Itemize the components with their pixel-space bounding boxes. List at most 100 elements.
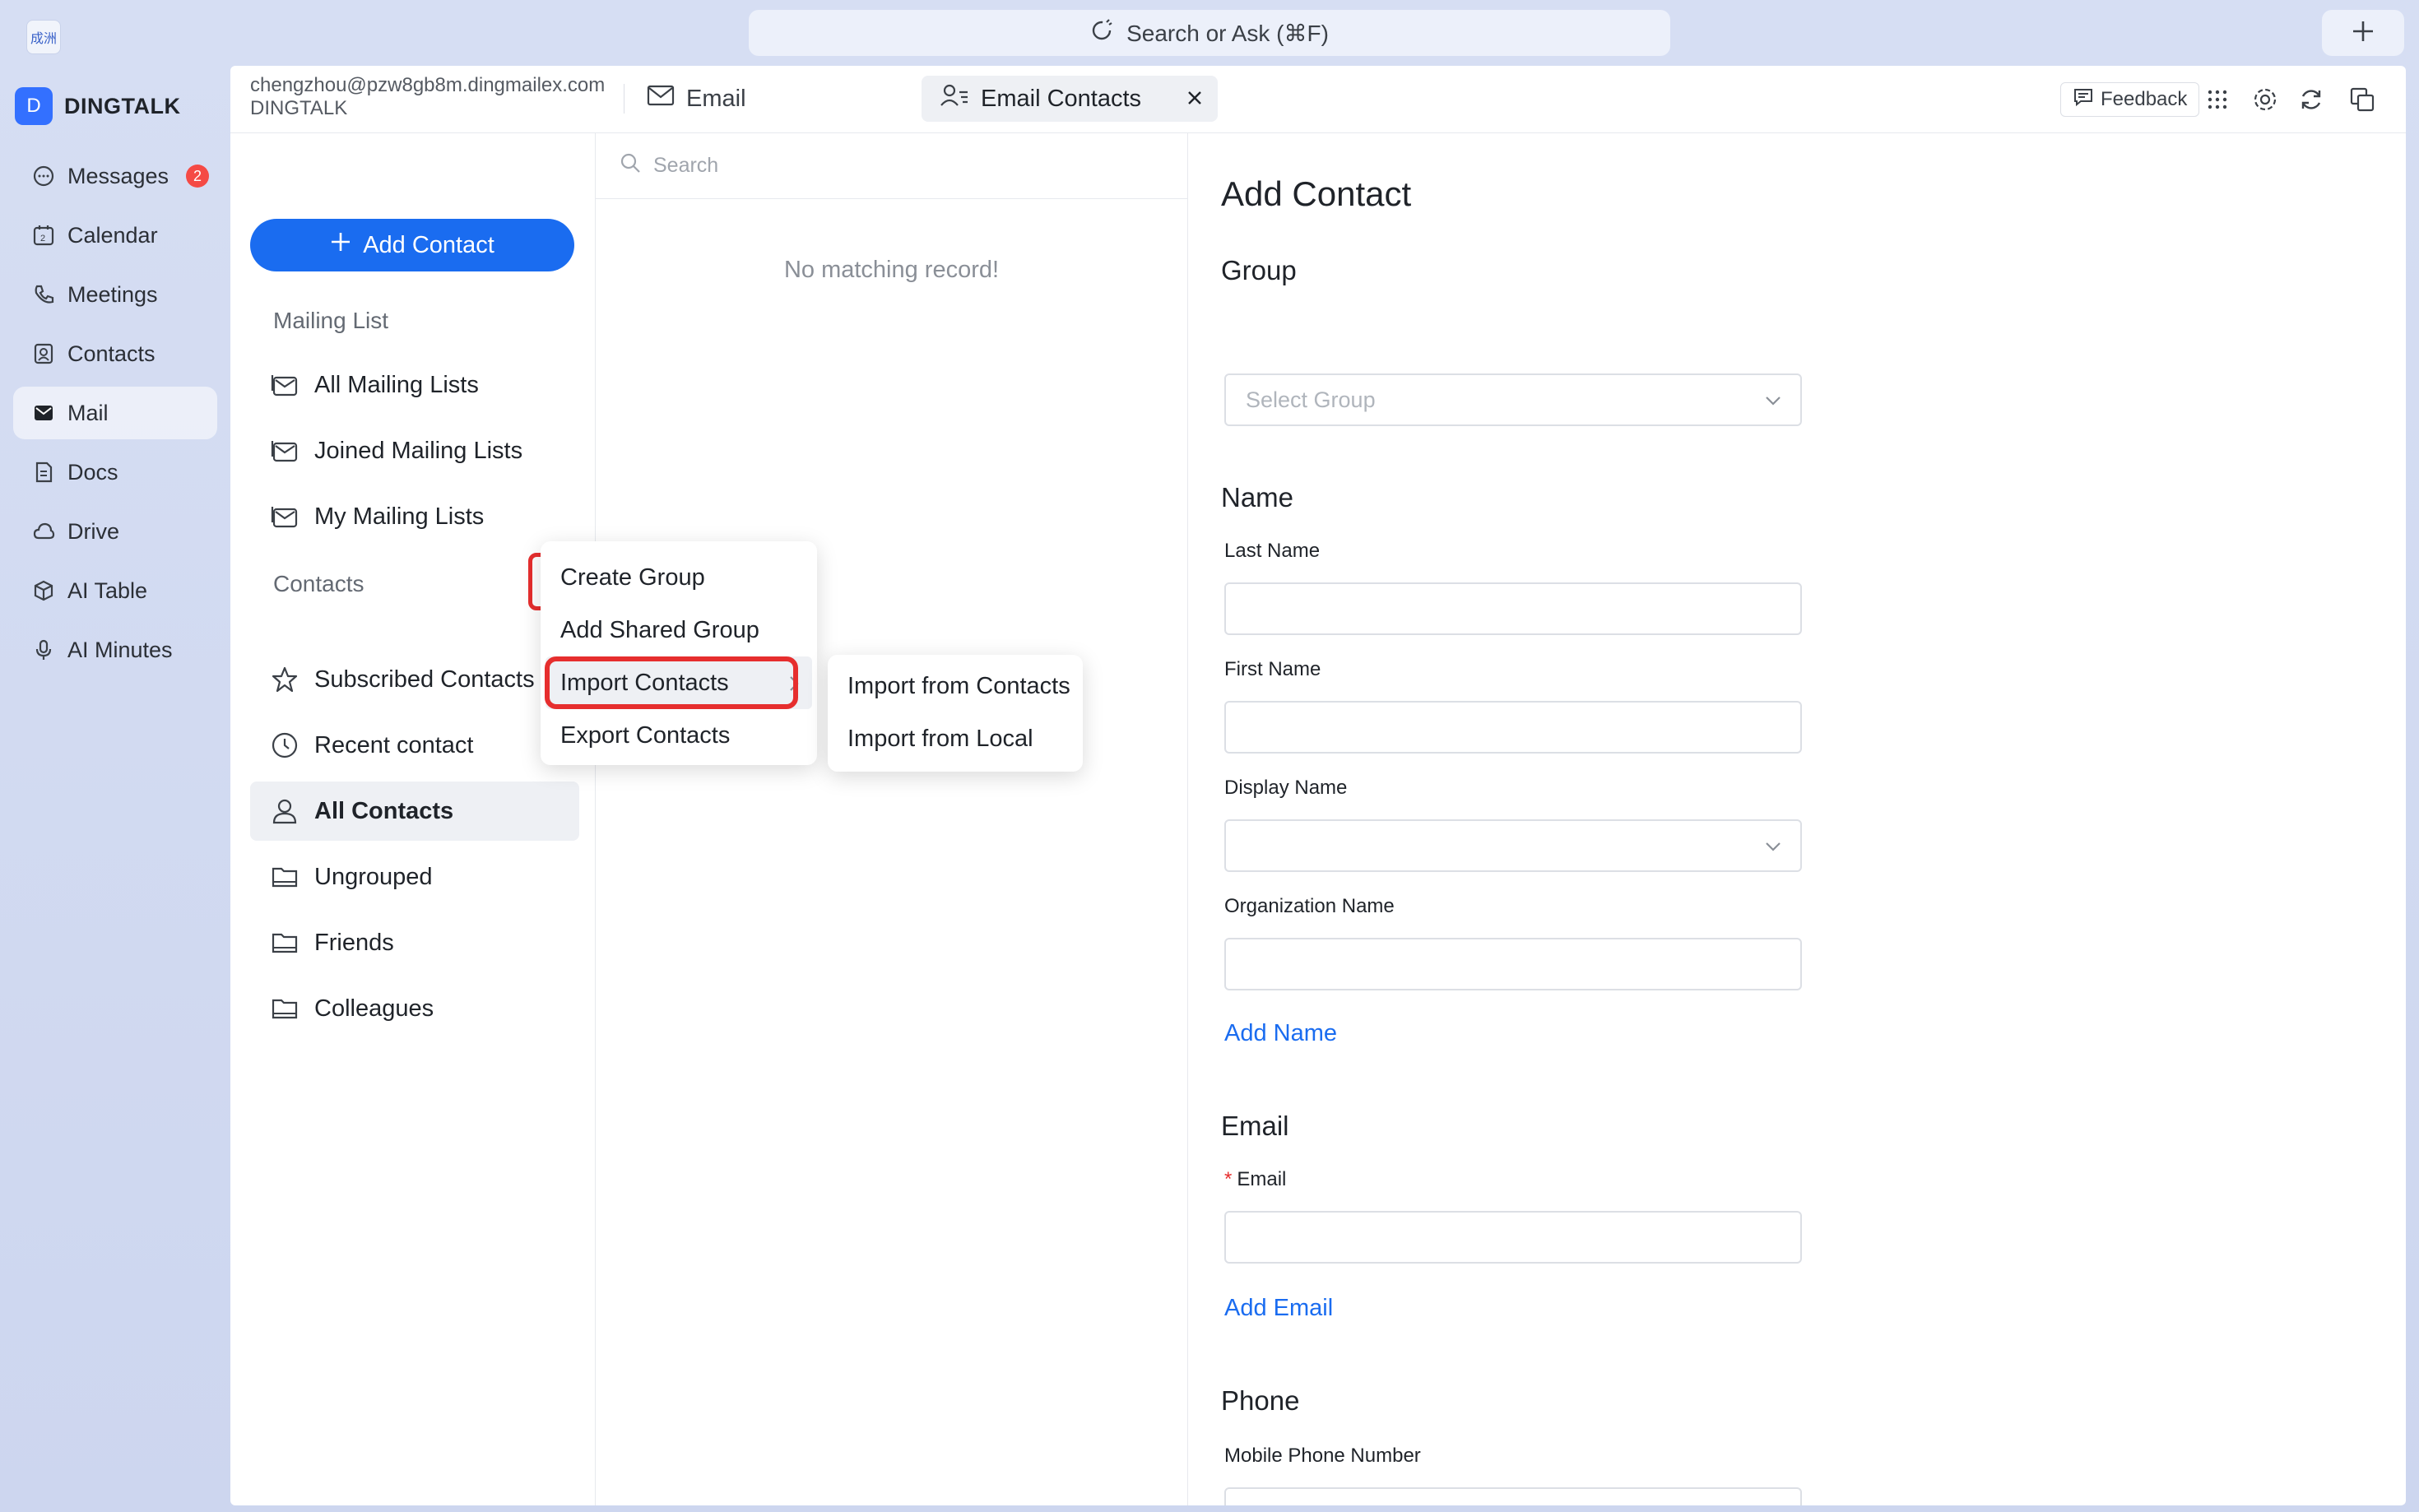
first-name-field[interactable]	[1224, 701, 1802, 754]
highlight-box	[545, 656, 798, 709]
tree-item-joined-mailing-lists[interactable]: Joined Mailing Lists	[250, 421, 579, 480]
gear-icon[interactable]	[2251, 86, 2279, 114]
tab-email[interactable]: Email	[647, 77, 746, 120]
apps-grid-icon[interactable]	[2203, 86, 2231, 114]
workspace-name: DINGTALK	[64, 93, 181, 118]
nav-item-meetings[interactable]: Meetings	[13, 268, 217, 321]
global-search-bar[interactable]: Search or Ask (⌘F)	[749, 10, 1670, 56]
folder-icon	[270, 928, 299, 958]
tree-item-label: All Contacts	[314, 797, 454, 824]
contact-card-icon	[31, 341, 56, 366]
mailing-list-icon	[270, 502, 299, 531]
svg-text:2: 2	[40, 234, 45, 243]
menu-item-import-from-contacts[interactable]: Import from Contacts	[828, 660, 1083, 712]
tree-item-subscribed-contacts[interactable]: Subscribed Contacts	[250, 650, 579, 709]
mailing-list-icon	[270, 436, 299, 466]
global-search-label: Search or Ask (⌘F)	[1126, 20, 1329, 46]
organization-name-label: Organization Name	[1224, 895, 1395, 917]
tree-item-recent-contact[interactable]: Recent contact	[250, 716, 579, 775]
organization-name-field[interactable]	[1224, 938, 1802, 990]
nav-item-docs[interactable]: Docs	[13, 446, 217, 499]
envelope-icon	[647, 84, 675, 114]
display-name-select[interactable]	[1224, 819, 1802, 872]
tree-item-all-mailing-lists[interactable]: All Mailing Lists	[250, 355, 579, 415]
nav-label: Drive	[67, 518, 120, 544]
nav-label: Meetings	[67, 281, 158, 307]
feedback-label: Feedback	[2101, 88, 2188, 110]
menu-item-export-contacts[interactable]: Export Contacts	[541, 709, 817, 762]
chevron-down-icon	[1762, 390, 1784, 417]
name-section-heading: Name	[1221, 482, 1294, 513]
unread-badge: 2	[186, 165, 209, 188]
menu-item-add-shared-group[interactable]: Add Shared Group	[541, 604, 817, 656]
ai-search-icon	[1090, 18, 1115, 49]
app-logo[interactable]: 成洲	[26, 20, 61, 54]
nav-label: Contacts	[67, 341, 156, 366]
email-section-heading: Email	[1221, 1111, 1289, 1141]
nav-item-ai-table[interactable]: AI Table	[13, 564, 217, 617]
tab-label: Email	[686, 85, 746, 112]
document-icon	[31, 460, 56, 485]
tree-item-label: Joined Mailing Lists	[314, 437, 523, 464]
account-email: chengzhou@pzw8gb8m.dingmailex.com	[250, 74, 606, 96]
clock-icon	[270, 730, 299, 760]
search-icon	[619, 151, 642, 180]
nav-label: Messages	[67, 163, 169, 188]
nav-label: Calendar	[67, 222, 158, 248]
feedback-button[interactable]: Feedback	[2060, 82, 2200, 117]
email-field[interactable]	[1224, 1211, 1802, 1264]
tree-item-my-mailing-lists[interactable]: My Mailing Lists	[250, 487, 579, 546]
tree-item-all-contacts[interactable]: All Contacts	[250, 782, 579, 841]
nav-item-drive[interactable]: Drive	[13, 505, 217, 558]
add-contact-button[interactable]: Add Contact	[250, 219, 574, 271]
feedback-icon	[2073, 87, 2094, 113]
tree-item-colleagues[interactable]: Colleagues	[250, 979, 579, 1038]
contacts-heading: Contacts	[273, 571, 364, 596]
add-email-link[interactable]: Add Email	[1224, 1295, 1333, 1322]
nav-label: AI Table	[67, 577, 148, 603]
chevron-down-icon	[1762, 836, 1784, 863]
tab-email-contacts[interactable]: Email Contacts	[922, 76, 1218, 122]
contacts-context-menu: Create Group Add Shared Group Import Con…	[541, 541, 817, 765]
import-submenu: Import from Contacts Import from Local	[828, 655, 1083, 772]
menu-item-create-group[interactable]: Create Group	[541, 551, 817, 604]
mobile-phone-label: Mobile Phone Number	[1224, 1445, 1421, 1467]
nav-item-calendar[interactable]: 2 Calendar	[13, 209, 217, 262]
nav-item-ai-minutes[interactable]: AI Minutes	[13, 624, 217, 676]
nav-item-contacts[interactable]: Contacts	[13, 327, 217, 380]
sidebar-nav: Messages 2 2 Calendar Meetings Contacts …	[13, 150, 217, 683]
tree-item-friends[interactable]: Friends	[250, 913, 579, 972]
tree-item-label: Friends	[314, 929, 394, 956]
last-name-label: Last Name	[1224, 540, 1321, 562]
add-contact-label: Add Contact	[363, 231, 494, 258]
refresh-icon[interactable]	[2297, 86, 2325, 114]
group-section-heading: Group	[1221, 255, 1297, 285]
workspace-brand[interactable]: D DINGTALK	[15, 87, 180, 125]
new-button[interactable]	[2322, 10, 2404, 56]
mailing-list-heading: Mailing List	[273, 308, 389, 333]
tree-item-ungrouped[interactable]: Ungrouped	[250, 847, 579, 907]
nav-label: Docs	[67, 459, 118, 485]
new-window-icon[interactable]	[2348, 86, 2376, 114]
person-list-icon	[940, 82, 969, 115]
last-name-field[interactable]	[1224, 582, 1802, 635]
mobile-phone-field[interactable]	[1224, 1487, 1802, 1505]
plus-icon	[330, 231, 351, 259]
tree-item-label: Ungrouped	[314, 863, 433, 890]
mail-icon	[31, 401, 56, 425]
add-name-link[interactable]: Add Name	[1224, 1020, 1337, 1047]
group-select[interactable]: Select Group	[1224, 373, 1802, 426]
empty-state-message: No matching record!	[783, 257, 1000, 283]
nav-label: Mail	[67, 400, 109, 425]
menu-item-import-from-local[interactable]: Import from Local	[828, 712, 1083, 765]
plus-icon	[2351, 19, 2375, 48]
nav-item-messages[interactable]: Messages 2	[13, 150, 217, 202]
contacts-search-input[interactable]: Search	[596, 133, 1187, 199]
nav-item-mail[interactable]: Mail	[13, 387, 217, 439]
search-placeholder: Search	[653, 154, 719, 177]
nav-label: AI Minutes	[67, 637, 173, 662]
tree-item-label: My Mailing Lists	[314, 503, 485, 530]
account-info[interactable]: chengzhou@pzw8gb8m.dingmailex.com DINGTA…	[250, 74, 605, 120]
phone-icon	[31, 282, 56, 307]
close-icon[interactable]	[1185, 87, 1205, 114]
